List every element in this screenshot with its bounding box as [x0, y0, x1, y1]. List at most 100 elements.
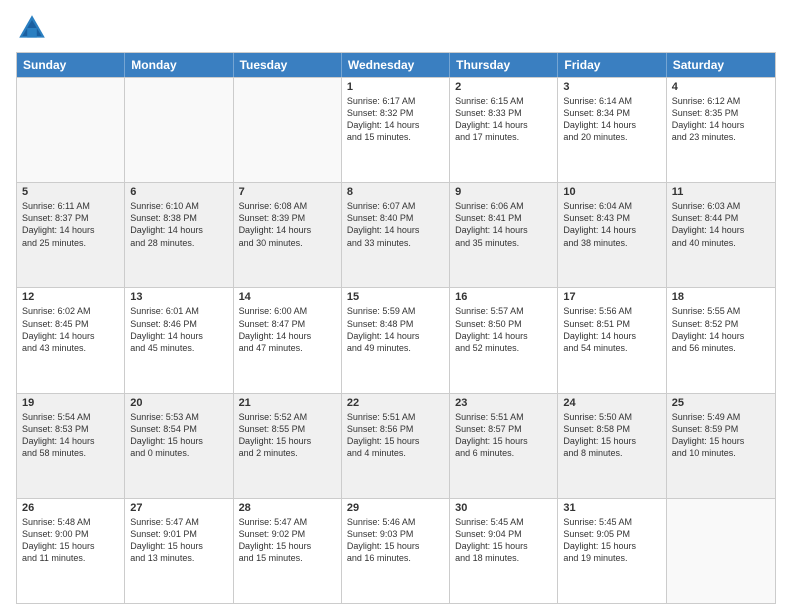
day-info: Sunrise: 5:47 AM Sunset: 9:01 PM Dayligh… — [130, 516, 227, 565]
day-number: 17 — [563, 291, 660, 303]
day-info: Sunrise: 5:45 AM Sunset: 9:04 PM Dayligh… — [455, 516, 552, 565]
calendar-cell: 9Sunrise: 6:06 AM Sunset: 8:41 PM Daylig… — [450, 183, 558, 287]
day-info: Sunrise: 6:02 AM Sunset: 8:45 PM Dayligh… — [22, 305, 119, 354]
calendar-row-1: 5Sunrise: 6:11 AM Sunset: 8:37 PM Daylig… — [17, 182, 775, 287]
day-number: 11 — [672, 186, 770, 198]
day-number: 24 — [563, 397, 660, 409]
calendar-cell: 29 Sunrise: 5:46 AM Sunset: 9:03 PM Dayli… — [342, 499, 450, 603]
day-number: 29 — [347, 502, 444, 514]
day-info: Sunrise: 6:07 AM Sunset: 8:40 PM Dayligh… — [347, 200, 444, 249]
calendar-cell: 18 Sunrise: 5:55 AM Sunset: 8:52 PM Dayli… — [667, 288, 775, 392]
calendar: SundayMondayTuesdayWednesdayThursdayFrid… — [16, 52, 776, 604]
day-info: Sunrise: 6:01 AM Sunset: 8:46 PM Dayligh… — [130, 305, 227, 354]
header-day-saturday: Saturday — [667, 53, 775, 77]
calendar-cell — [17, 78, 125, 182]
day-info: Sunrise: 5:51 AM Sunset: 8:57 PM Dayligh… — [455, 411, 552, 460]
calendar-cell: 31 Sunrise: 5:45 AM Sunset: 9:05 PM Dayli… — [558, 499, 666, 603]
day-info: Sunrise: 6:08 AM Sunset: 8:39 PM Dayligh… — [239, 200, 336, 249]
calendar-cell: 24 Sunrise: 5:50 AM Sunset: 8:58 PM Dayli… — [558, 394, 666, 498]
calendar-cell: 12 Sunrise: 6:02 AM Sunset: 8:45 PM Dayli… — [17, 288, 125, 392]
calendar-header: SundayMondayTuesdayWednesdayThursdayFrid… — [17, 53, 775, 77]
calendar-cell — [234, 78, 342, 182]
day-number: 30 — [455, 502, 552, 514]
day-number: 31 — [563, 502, 660, 514]
header-day-tuesday: Tuesday — [234, 53, 342, 77]
day-number: 9 — [455, 186, 552, 198]
calendar-row-2: 12 Sunrise: 6:02 AM Sunset: 8:45 PM Dayli… — [17, 287, 775, 392]
day-number: 20 — [130, 397, 227, 409]
day-number: 4 — [672, 81, 770, 93]
calendar-cell: 3 Sunrise: 6:14 AM Sunset: 8:34 PM Daylig… — [558, 78, 666, 182]
header-day-monday: Monday — [125, 53, 233, 77]
calendar-cell: 2 Sunrise: 6:15 AM Sunset: 8:33 PM Daylig… — [450, 78, 558, 182]
day-number: 10 — [563, 186, 660, 198]
calendar-row-3: 19 Sunrise: 5:54 AM Sunset: 8:53 PM Dayli… — [17, 393, 775, 498]
header — [16, 12, 776, 44]
day-number: 1 — [347, 81, 444, 93]
calendar-cell: 7 Sunrise: 6:08 AM Sunset: 8:39 PM Daylig… — [234, 183, 342, 287]
day-info: Sunrise: 5:45 AM Sunset: 9:05 PM Dayligh… — [563, 516, 660, 565]
day-number: 16 — [455, 291, 552, 303]
day-info: Sunrise: 6:17 AM Sunset: 8:32 PM Dayligh… — [347, 95, 444, 144]
day-number: 6 — [130, 186, 227, 198]
day-info: Sunrise: 5:59 AM Sunset: 8:48 PM Dayligh… — [347, 305, 444, 354]
calendar-cell: 10Sunrise: 6:04 AM Sunset: 8:43 PM Dayli… — [558, 183, 666, 287]
calendar-cell — [125, 78, 233, 182]
calendar-row-0: 1 Sunrise: 6:17 AM Sunset: 8:32 PM Daylig… — [17, 77, 775, 182]
day-info: Sunrise: 5:55 AM Sunset: 8:52 PM Dayligh… — [672, 305, 770, 354]
day-info: Sunrise: 6:14 AM Sunset: 8:34 PM Dayligh… — [563, 95, 660, 144]
day-info: Sunrise: 5:57 AM Sunset: 8:50 PM Dayligh… — [455, 305, 552, 354]
day-info: Sunrise: 6:00 AM Sunset: 8:47 PM Dayligh… — [239, 305, 336, 354]
calendar-cell: 4 Sunrise: 6:12 AM Sunset: 8:35 PM Daylig… — [667, 78, 775, 182]
calendar-cell: 5Sunrise: 6:11 AM Sunset: 8:37 PM Daylig… — [17, 183, 125, 287]
day-number: 13 — [130, 291, 227, 303]
calendar-cell: 20 Sunrise: 5:53 AM Sunset: 8:54 PM Dayli… — [125, 394, 233, 498]
day-info: Sunrise: 5:56 AM Sunset: 8:51 PM Dayligh… — [563, 305, 660, 354]
calendar-cell: 21 Sunrise: 5:52 AM Sunset: 8:55 PM Dayli… — [234, 394, 342, 498]
day-number: 21 — [239, 397, 336, 409]
day-number: 19 — [22, 397, 119, 409]
calendar-cell: 15 Sunrise: 5:59 AM Sunset: 8:48 PM Dayli… — [342, 288, 450, 392]
calendar-cell: 28 Sunrise: 5:47 AM Sunset: 9:02 PM Dayli… — [234, 499, 342, 603]
day-number: 7 — [239, 186, 336, 198]
day-info: Sunrise: 6:15 AM Sunset: 8:33 PM Dayligh… — [455, 95, 552, 144]
day-info: Sunrise: 6:12 AM Sunset: 8:35 PM Dayligh… — [672, 95, 770, 144]
day-info: Sunrise: 5:47 AM Sunset: 9:02 PM Dayligh… — [239, 516, 336, 565]
calendar-cell: 8 Sunrise: 6:07 AM Sunset: 8:40 PM Daylig… — [342, 183, 450, 287]
day-info: Sunrise: 5:53 AM Sunset: 8:54 PM Dayligh… — [130, 411, 227, 460]
day-info: Sunrise: 5:50 AM Sunset: 8:58 PM Dayligh… — [563, 411, 660, 460]
calendar-cell: 11 Sunrise: 6:03 AM Sunset: 8:44 PM Dayli… — [667, 183, 775, 287]
day-info: Sunrise: 5:46 AM Sunset: 9:03 PM Dayligh… — [347, 516, 444, 565]
calendar-cell: 30 Sunrise: 5:45 AM Sunset: 9:04 PM Dayli… — [450, 499, 558, 603]
calendar-row-4: 26Sunrise: 5:48 AM Sunset: 9:00 PM Dayli… — [17, 498, 775, 603]
calendar-cell: 26Sunrise: 5:48 AM Sunset: 9:00 PM Dayli… — [17, 499, 125, 603]
calendar-cell: 19 Sunrise: 5:54 AM Sunset: 8:53 PM Dayli… — [17, 394, 125, 498]
header-day-sunday: Sunday — [17, 53, 125, 77]
calendar-cell: 14 Sunrise: 6:00 AM Sunset: 8:47 PM Dayli… — [234, 288, 342, 392]
day-info: Sunrise: 6:03 AM Sunset: 8:44 PM Dayligh… — [672, 200, 770, 249]
calendar-cell: 13 Sunrise: 6:01 AM Sunset: 8:46 PM Dayli… — [125, 288, 233, 392]
day-info: Sunrise: 6:10 AM Sunset: 8:38 PM Dayligh… — [130, 200, 227, 249]
day-number: 12 — [22, 291, 119, 303]
day-number: 26 — [22, 502, 119, 514]
day-number: 14 — [239, 291, 336, 303]
calendar-cell: 6 Sunrise: 6:10 AM Sunset: 8:38 PM Daylig… — [125, 183, 233, 287]
logo-icon — [16, 12, 48, 44]
day-info: Sunrise: 5:54 AM Sunset: 8:53 PM Dayligh… — [22, 411, 119, 460]
day-number: 25 — [672, 397, 770, 409]
header-day-friday: Friday — [558, 53, 666, 77]
day-info: Sunrise: 5:52 AM Sunset: 8:55 PM Dayligh… — [239, 411, 336, 460]
logo — [16, 12, 52, 44]
calendar-cell: 25Sunrise: 5:49 AM Sunset: 8:59 PM Dayli… — [667, 394, 775, 498]
day-number: 18 — [672, 291, 770, 303]
day-info: Sunrise: 6:11 AM Sunset: 8:37 PM Dayligh… — [22, 200, 119, 249]
day-number: 15 — [347, 291, 444, 303]
calendar-cell: 1 Sunrise: 6:17 AM Sunset: 8:32 PM Daylig… — [342, 78, 450, 182]
day-number: 2 — [455, 81, 552, 93]
calendar-body: 1 Sunrise: 6:17 AM Sunset: 8:32 PM Daylig… — [17, 77, 775, 603]
header-day-wednesday: Wednesday — [342, 53, 450, 77]
day-number: 8 — [347, 186, 444, 198]
day-number: 28 — [239, 502, 336, 514]
day-number: 3 — [563, 81, 660, 93]
page: SundayMondayTuesdayWednesdayThursdayFrid… — [0, 0, 792, 612]
